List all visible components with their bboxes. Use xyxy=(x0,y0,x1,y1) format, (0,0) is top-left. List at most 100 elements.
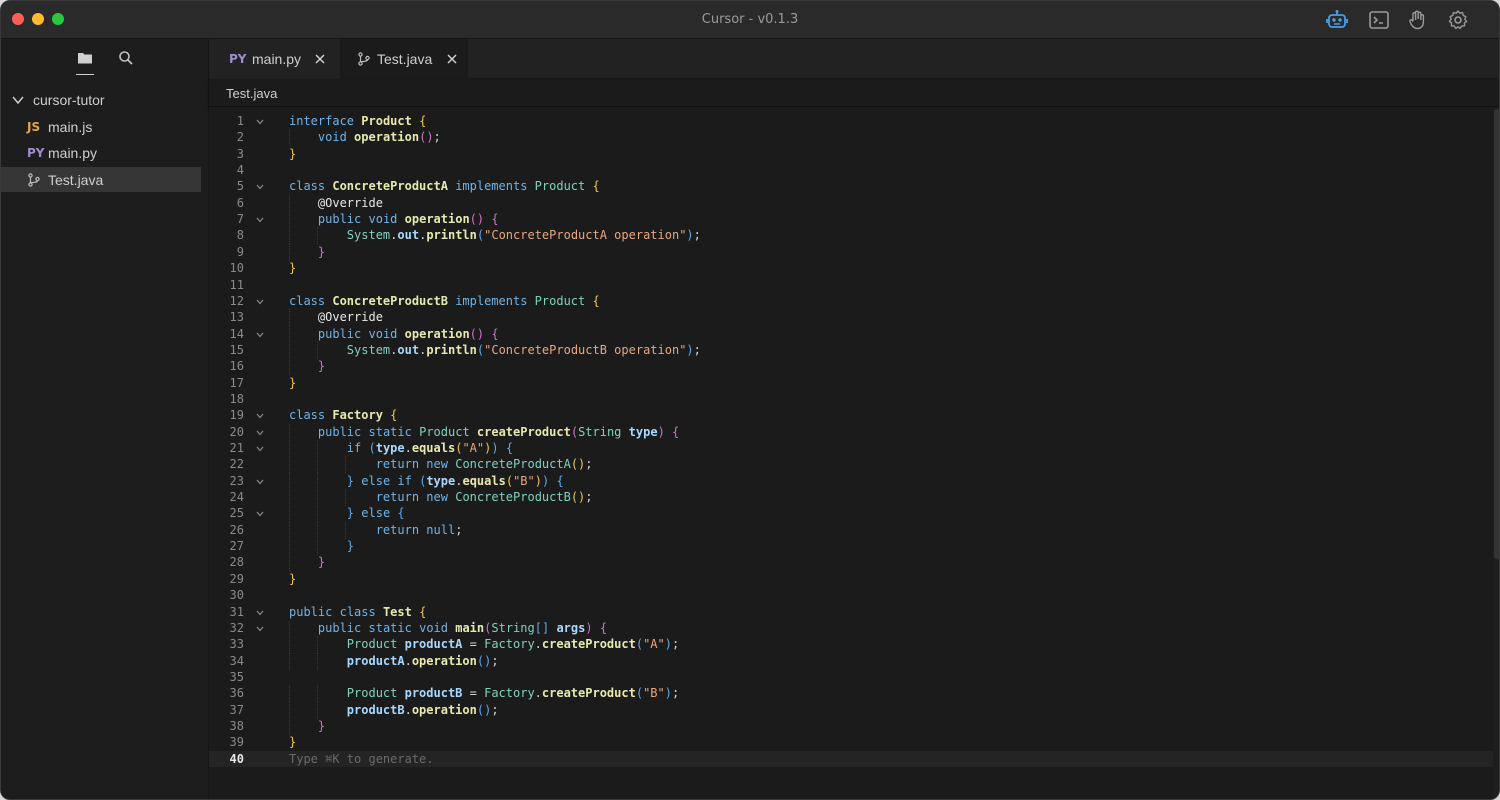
code-line[interactable]: 26 return null; xyxy=(209,521,1493,539)
file-label: main.js xyxy=(48,118,93,135)
code-text: Product productA = Factory.createProduct… xyxy=(346,637,680,652)
fold-chevron-icon[interactable] xyxy=(255,117,265,127)
code-line[interactable]: 29} xyxy=(209,571,1493,587)
tab-bar: PY main.py Test.java xyxy=(209,39,1499,79)
code-line[interactable]: 33 Product productA = Factory.createProd… xyxy=(209,636,1493,654)
fold-chevron-icon[interactable] xyxy=(255,297,265,307)
code-line[interactable]: 35 xyxy=(209,669,1493,685)
code-text: public void operation() { xyxy=(317,212,499,227)
code-line[interactable]: 16 } xyxy=(209,358,1493,376)
fold-chevron-icon[interactable] xyxy=(255,509,265,519)
fold-chevron-icon[interactable] xyxy=(255,182,265,192)
code-line[interactable]: 9 } xyxy=(209,243,1493,261)
fold-chevron-icon[interactable] xyxy=(255,477,265,487)
code-text: } xyxy=(317,244,326,259)
fold-chevron-icon[interactable] xyxy=(255,444,265,454)
line-number: 10 xyxy=(229,261,244,276)
fold-chevron-icon[interactable] xyxy=(255,608,265,618)
file-label: main.py xyxy=(48,144,98,161)
tab-test-java[interactable]: Test.java xyxy=(340,39,468,79)
code-text: public class Test { xyxy=(289,604,427,619)
code-line[interactable]: 5 class ConcreteProductA implements Produ… xyxy=(209,178,1493,194)
code-line[interactable]: 40 Type ⌘K to generate. xyxy=(209,750,1493,767)
file-main-py[interactable]: PY main.py xyxy=(1,140,201,165)
line-number: 6 xyxy=(236,195,244,210)
code-line[interactable]: 6 @Override xyxy=(209,194,1493,212)
code-text: } xyxy=(289,735,297,750)
code-text: } xyxy=(346,539,355,554)
code-text: productB.operation(); xyxy=(346,702,499,717)
line-number: 38 xyxy=(229,718,244,733)
code-text: } xyxy=(289,261,297,276)
code-line[interactable]: 11 xyxy=(209,277,1493,293)
code-line[interactable]: 21 if (type.equals("A")) { xyxy=(209,440,1493,457)
close-icon[interactable] xyxy=(314,53,326,65)
code-line[interactable]: 38 } xyxy=(209,717,1493,735)
file-main-js[interactable]: JS main.js xyxy=(1,114,201,139)
code-line[interactable]: 8 System.out.println("ConcreteProductA o… xyxy=(209,227,1493,245)
terminal-icon[interactable] xyxy=(1368,9,1390,31)
tab-main-py[interactable]: PY main.py xyxy=(209,39,340,79)
code-line[interactable]: 12 class ConcreteProductB implements Prod… xyxy=(209,293,1493,309)
code-line[interactable]: 10} xyxy=(209,260,1493,276)
code-line[interactable]: 20 public static Product createProduct(S… xyxy=(209,423,1493,441)
code-editor[interactable]: 1 interface Product {2 void operation(); 3… xyxy=(209,107,1493,799)
code-line[interactable]: 3} xyxy=(209,146,1493,162)
gear-icon[interactable] xyxy=(1447,9,1469,31)
line-number: 27 xyxy=(229,539,244,554)
code-line[interactable]: 1 interface Product { xyxy=(209,113,1493,129)
code-line[interactable]: 7 public void operation() { xyxy=(209,211,1493,229)
line-number: 7 xyxy=(236,212,244,227)
line-number: 28 xyxy=(229,555,244,570)
breadcrumb[interactable]: Test.java xyxy=(209,80,1499,106)
tab-label: Test.java xyxy=(377,51,433,67)
hand-icon[interactable] xyxy=(1407,9,1429,31)
fold-chevron-icon[interactable] xyxy=(255,215,265,225)
robot-icon[interactable] xyxy=(1326,9,1348,31)
code-line[interactable]: 18 xyxy=(209,391,1493,407)
code-line[interactable]: 27 } xyxy=(209,538,1493,556)
code-text: } else if (type.equals("B")) { xyxy=(346,473,564,488)
line-number: 37 xyxy=(229,702,244,717)
close-icon[interactable] xyxy=(446,53,458,65)
code-line[interactable]: 13 @Override xyxy=(209,309,1493,327)
code-line[interactable]: 2 void operation(); xyxy=(209,129,1493,147)
fold-chevron-icon[interactable] xyxy=(255,624,265,634)
code-line[interactable]: 36 Product productB = Factory.createProd… xyxy=(209,685,1493,703)
code-line[interactable]: 34 productA.operation(); xyxy=(209,652,1493,670)
file-test-java[interactable]: Test.java xyxy=(1,167,201,192)
code-line[interactable]: 30 xyxy=(209,587,1493,603)
code-line[interactable]: 22 return new ConcreteProductA(); xyxy=(209,456,1493,474)
java-branch-icon xyxy=(358,52,370,66)
code-text: return new ConcreteProductB(); xyxy=(375,490,593,505)
line-number: 24 xyxy=(229,490,244,505)
code-text: public void operation() { xyxy=(317,326,499,341)
code-line[interactable]: 39} xyxy=(209,734,1493,750)
code-line[interactable]: 23 } else if (type.equals("B")) { xyxy=(209,472,1493,490)
folder-cursor-tutor[interactable]: cursor-tutor xyxy=(11,90,105,110)
code-line[interactable]: 37 productB.operation(); xyxy=(209,701,1493,719)
code-line[interactable]: 31 public class Test { xyxy=(209,604,1493,620)
line-number: 19 xyxy=(229,408,244,423)
code-line[interactable]: 32 public static void main(String[] args… xyxy=(209,619,1493,637)
line-number: 2 xyxy=(236,130,244,145)
code-text: Product productB = Factory.createProduct… xyxy=(346,686,680,701)
code-line[interactable]: 25 } else { xyxy=(209,505,1493,523)
code-line[interactable]: 24 return new ConcreteProductB(); xyxy=(209,489,1493,507)
editor-scrollbar[interactable] xyxy=(1493,107,1499,799)
search-icon[interactable] xyxy=(117,49,135,67)
code-line[interactable]: 17} xyxy=(209,375,1493,391)
code-text: System.out.println("ConcreteProductB ope… xyxy=(346,342,701,357)
line-number: 25 xyxy=(229,506,244,521)
fold-chevron-icon[interactable] xyxy=(255,428,265,438)
scrollbar-thumb[interactable] xyxy=(1494,109,1499,559)
line-number: 5 xyxy=(236,179,244,194)
code-line[interactable]: 4 xyxy=(209,162,1493,178)
code-line[interactable]: 14 public void operation() { xyxy=(209,325,1493,343)
folder-icon[interactable] xyxy=(76,49,94,67)
fold-chevron-icon[interactable] xyxy=(255,411,265,421)
code-line[interactable]: 28 } xyxy=(209,554,1493,572)
fold-chevron-icon[interactable] xyxy=(255,330,265,340)
code-line[interactable]: 15 System.out.println("ConcreteProductB … xyxy=(209,341,1493,359)
code-line[interactable]: 19 class Factory { xyxy=(209,407,1493,423)
